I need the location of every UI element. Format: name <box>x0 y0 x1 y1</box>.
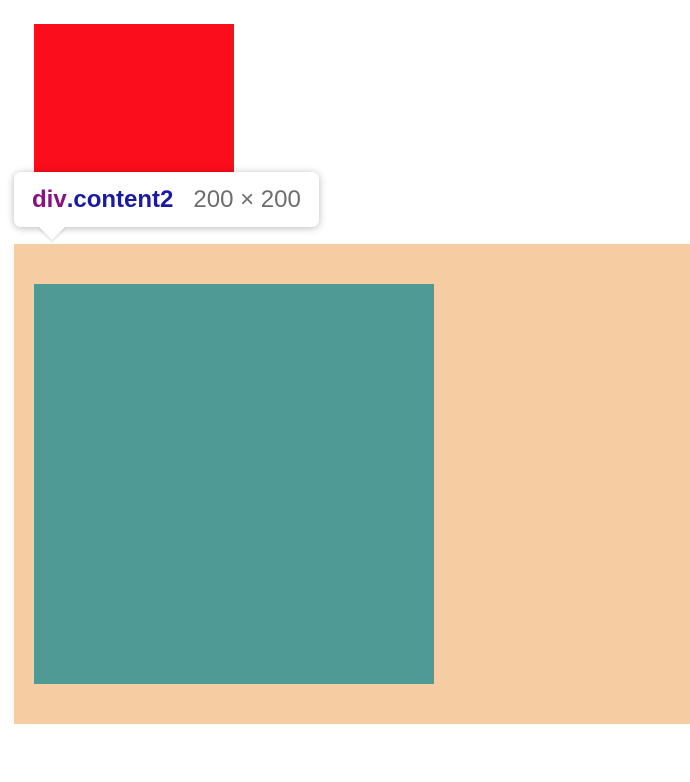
tooltip-tag-name: div <box>32 185 67 213</box>
tooltip-arrow <box>38 226 66 240</box>
red-box[interactable] <box>34 24 234 172</box>
page-canvas: div .content2 200 × 200 <box>0 0 690 782</box>
tooltip-dimensions: 200 × 200 <box>193 185 301 213</box>
tooltip-class-name: .content2 <box>66 185 174 213</box>
content2-box[interactable] <box>34 284 434 684</box>
inspect-tooltip: div .content2 200 × 200 <box>14 172 319 240</box>
